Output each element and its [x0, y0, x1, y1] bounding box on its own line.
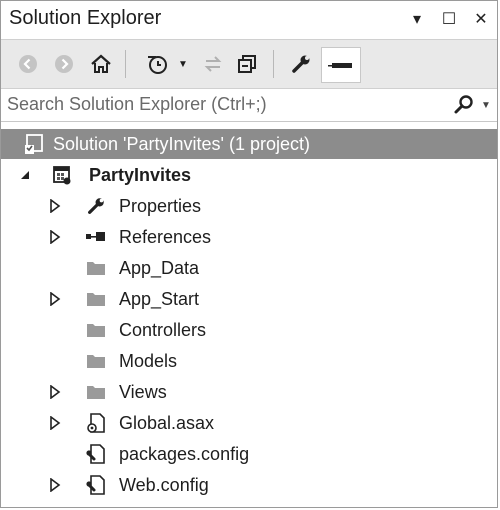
- collapsed-arrow-icon[interactable]: [47, 291, 63, 307]
- tree-item-app-start[interactable]: App_Start: [1, 284, 497, 314]
- tree-item-references[interactable]: References: [1, 222, 497, 252]
- config-file-icon: [85, 474, 107, 496]
- toolbar-separator: [273, 50, 274, 78]
- solution-explorer-panel: Solution Explorer ▾ ☐ ✕ ▼ Search Solutio…: [0, 0, 498, 508]
- toolbar: ▼: [1, 39, 497, 89]
- tree-item-label: Properties: [119, 195, 202, 216]
- title-bar: Solution Explorer ▾ ☐ ✕: [1, 1, 497, 39]
- tree-item-label: Global.asax: [119, 412, 215, 433]
- tree-item-solution[interactable]: Solution 'PartyInvites' (1 project): [1, 129, 497, 159]
- tree-item-project[interactable]: PartyInvites: [1, 160, 497, 190]
- tree-item-label: Models: [119, 350, 178, 371]
- forward-button[interactable]: [51, 48, 77, 80]
- preview-selected-items-button[interactable]: [321, 47, 361, 83]
- tree-item-app-data[interactable]: App_Data: [1, 253, 497, 283]
- tree-item-label: App_Start: [119, 288, 200, 309]
- tree-item-label: App_Data: [119, 257, 200, 278]
- collapse-all-button[interactable]: [233, 48, 261, 80]
- config-file-icon: [85, 443, 107, 465]
- toolbar-separator: [125, 50, 126, 78]
- folder-icon: [85, 319, 107, 341]
- search-bar: ▼: [1, 89, 497, 122]
- sync-arrows-icon: [204, 56, 222, 72]
- search-input[interactable]: [7, 91, 437, 117]
- chevron-down-icon[interactable]: ▼: [177, 48, 189, 80]
- wrench-icon: [292, 55, 310, 73]
- collapsed-arrow-icon[interactable]: [47, 415, 63, 431]
- dropdown-arrow-icon[interactable]: ▾: [407, 7, 427, 31]
- tree-item-label: Web.config: [119, 474, 209, 495]
- collapsed-arrow-icon[interactable]: [47, 384, 63, 400]
- tree-item-models[interactable]: Models: [1, 346, 497, 376]
- tree-item-controllers[interactable]: Controllers: [1, 315, 497, 345]
- tree-item-global-asax[interactable]: Global.asax: [1, 408, 497, 438]
- folder-icon: [85, 288, 107, 310]
- folder-icon: [85, 257, 107, 279]
- tree-item-label: References: [119, 226, 212, 247]
- pending-changes-button[interactable]: [141, 48, 175, 80]
- wrench-icon: [85, 195, 107, 217]
- maximize-icon[interactable]: ☐: [439, 7, 459, 31]
- home-button[interactable]: [87, 48, 115, 80]
- tree-item-packages-config[interactable]: packages.config: [1, 439, 497, 469]
- sync-button[interactable]: [199, 48, 227, 80]
- forward-icon: [55, 55, 73, 73]
- history-clock-icon: [148, 56, 167, 74]
- preview-pin-icon: [328, 63, 352, 68]
- close-icon[interactable]: ✕: [471, 7, 491, 31]
- solution-icon: [23, 133, 45, 155]
- collapsed-arrow-icon[interactable]: [47, 229, 63, 245]
- tree-item-views[interactable]: Views: [1, 377, 497, 407]
- tree-item-label: Solution 'PartyInvites' (1 project): [53, 133, 310, 154]
- global-asax-icon: [85, 412, 107, 434]
- tree-item-label: PartyInvites: [89, 164, 192, 185]
- folder-icon: [85, 350, 107, 372]
- tree-item-label: packages.config: [119, 443, 250, 464]
- window-controls: ▾ ☐ ✕: [407, 7, 491, 31]
- tree-item-label: Views: [119, 381, 167, 402]
- panel-title: Solution Explorer: [9, 7, 162, 29]
- collapsed-arrow-icon[interactable]: [47, 477, 63, 493]
- project-icon: [51, 164, 73, 186]
- chevron-down-icon[interactable]: ▼: [479, 95, 493, 115]
- references-icon: [85, 226, 107, 248]
- collapsed-arrow-icon[interactable]: [47, 198, 63, 214]
- home-icon: [91, 54, 111, 73]
- tree-item-properties[interactable]: Properties: [1, 191, 497, 221]
- search-icon: [454, 95, 473, 114]
- search-button[interactable]: [451, 92, 477, 118]
- expanded-arrow-icon[interactable]: [17, 167, 33, 183]
- back-button[interactable]: [15, 48, 41, 80]
- folder-icon: [85, 381, 107, 403]
- collapse-all-icon: [238, 55, 256, 73]
- back-icon: [19, 55, 37, 73]
- tree-item-web-config[interactable]: Web.config: [1, 470, 497, 500]
- properties-button[interactable]: [287, 48, 315, 80]
- tree-item-label: Controllers: [119, 319, 207, 340]
